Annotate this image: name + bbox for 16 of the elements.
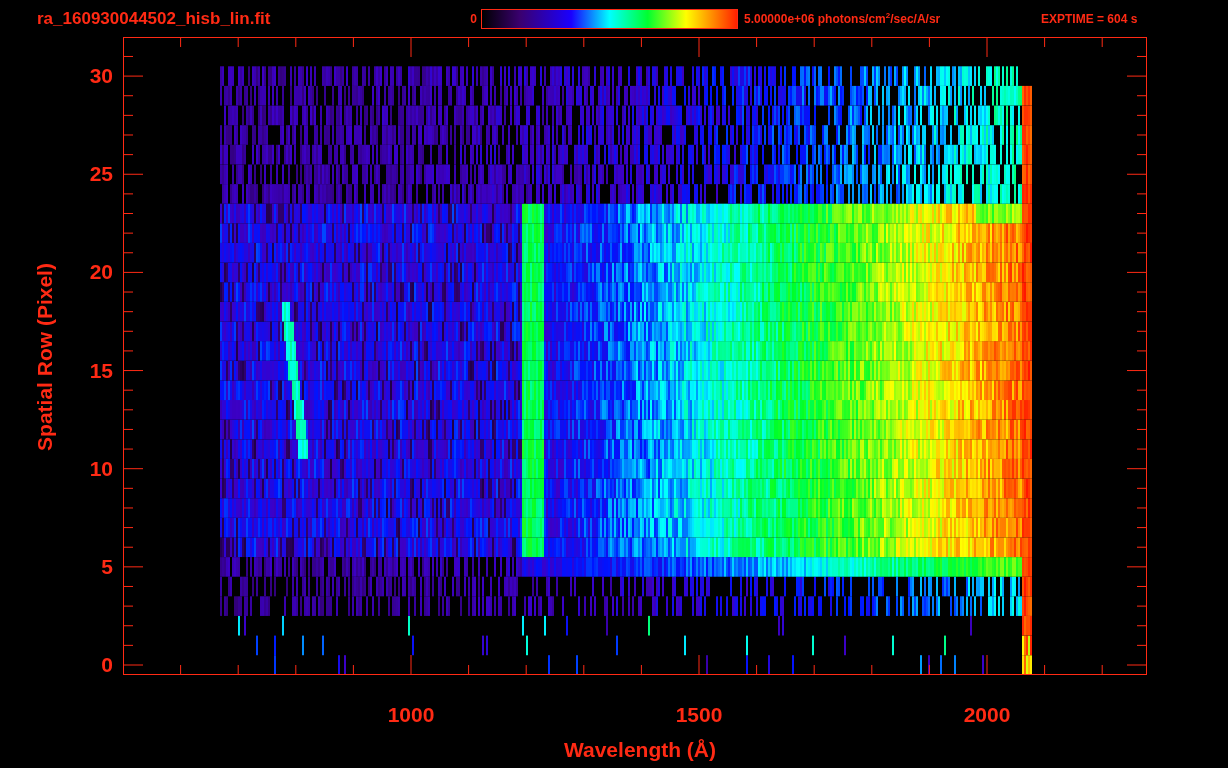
- y-axis-label: Spatial Row (Pixel): [33, 263, 56, 451]
- y-tick-label: 15: [89, 358, 113, 382]
- y-tick-label: 20: [89, 260, 113, 284]
- x-tick-label: 1500: [675, 703, 723, 726]
- file-title: ra_160930044502_hisb_lin.fit: [37, 8, 272, 29]
- colorbar-max-label: 5.00000e+06 photons/cm$^{2}$/sec/A/sr: [744, 11, 942, 26]
- x-tick-label: 1000: [387, 703, 435, 726]
- y-tick-label: 25: [89, 162, 113, 186]
- y-tick-label: 30: [89, 64, 113, 88]
- y-tick-label: 0: [101, 653, 113, 676]
- y-tick-label: 10: [89, 456, 113, 480]
- y-tick-label: 5: [101, 554, 113, 578]
- colorbar-min-label: 0: [469, 11, 477, 26]
- x-axis-label: Wavelength (Å): [563, 738, 717, 761]
- exposure-time: EXPTIME = 604 s: [1041, 11, 1138, 26]
- x-tick-label: 2000: [963, 703, 1011, 726]
